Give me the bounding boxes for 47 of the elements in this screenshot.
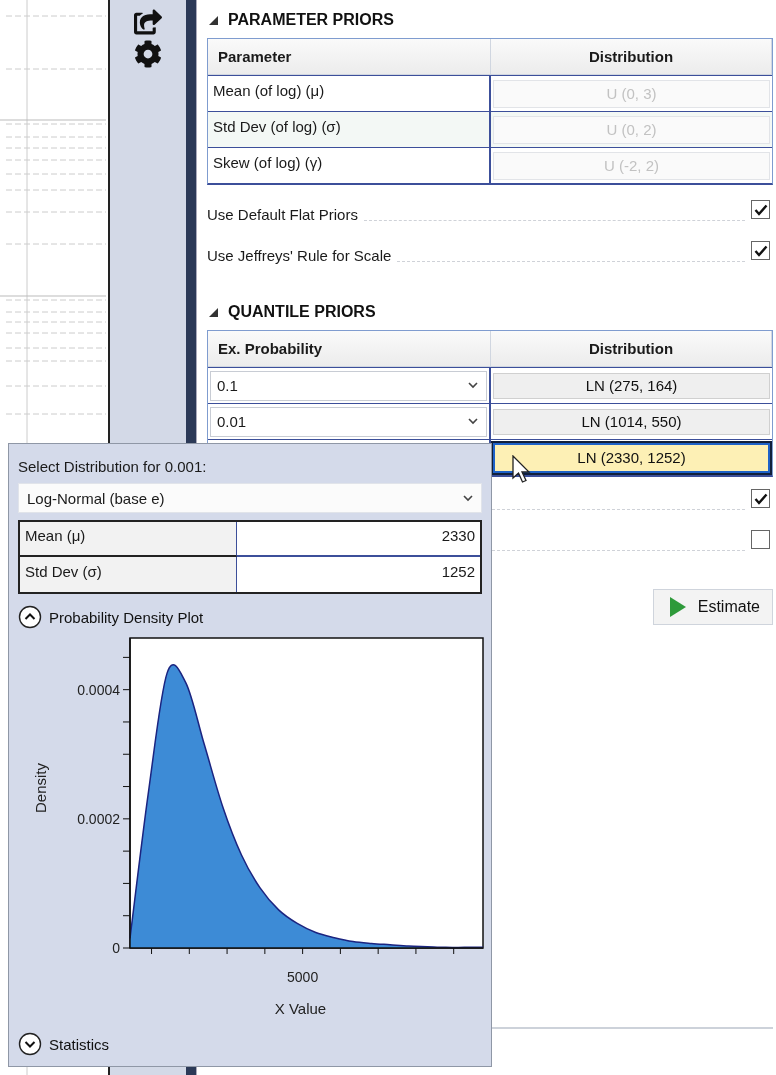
share-icon[interactable]: [134, 8, 162, 36]
collapse-triangle-icon[interactable]: [209, 307, 218, 317]
section-title: PARAMETER PRIORS: [228, 11, 394, 29]
distribution-dropdown[interactable]: Log-Normal (base e): [18, 483, 482, 513]
checkmark-icon: [753, 244, 768, 257]
caret-icon: [468, 382, 478, 389]
checkmark-icon: [753, 492, 768, 505]
column-header: Distribution: [491, 331, 772, 367]
checkmark-icon: [753, 203, 768, 216]
checkbox[interactable]: [751, 200, 770, 219]
parameter-value-field[interactable]: 1252: [237, 557, 480, 592]
estimate-button[interactable]: Estimate: [652, 589, 773, 625]
collapse-triangle-icon[interactable]: [209, 15, 218, 25]
x-tick-label: 5000: [287, 969, 319, 985]
y-axis-title: Density: [32, 763, 49, 813]
option-label: Use Default Flat Priors: [207, 206, 358, 225]
option-label: Use Jeffreys' Rule for Scale: [207, 247, 392, 266]
column-header: Parameter: [208, 39, 491, 75]
column-header: Distribution: [491, 39, 772, 75]
popup-title: Select Distribution for 0.001:: [18, 458, 208, 475]
checkbox[interactable]: [751, 489, 770, 508]
parameter-cell: Skew (of log) (γ): [208, 147, 491, 183]
parameter-name-cell: Std Dev (σ): [20, 557, 237, 592]
probability-dropdown[interactable]: 0.01: [210, 406, 487, 437]
column-header: Ex. Probability: [208, 331, 491, 367]
mouse-cursor-icon: [512, 455, 532, 485]
plot-expander[interactable]: Probability Density Plot: [18, 605, 204, 629]
parameter-value-field[interactable]: 2330: [237, 522, 480, 557]
distribution-button[interactable]: LN (275, 164): [493, 372, 770, 399]
y-tick-label: 0: [112, 940, 120, 956]
checkbox[interactable]: [751, 530, 770, 549]
distribution-button[interactable]: LN (1014, 550): [493, 408, 770, 435]
x-axis-title: X Value: [274, 1000, 327, 1017]
parameter-cell: Mean (of log) (μ): [208, 75, 491, 111]
y-tick-label: 0.0004: [77, 681, 120, 698]
play-icon: [669, 597, 686, 617]
caret-icon: [468, 418, 478, 425]
caret-icon: [463, 494, 473, 502]
parameter-name-cell: Mean (μ): [20, 522, 237, 557]
settings-icon[interactable]: [134, 40, 162, 68]
probability-dropdown[interactable]: 0.1: [210, 370, 487, 401]
statistics-expander[interactable]: Statistics: [18, 1032, 109, 1056]
parameter-cell: Std Dev (of log) (σ): [208, 111, 491, 147]
y-tick-label: 0.0002: [77, 810, 120, 827]
section-title: QUANTILE PRIORS: [228, 303, 376, 321]
distribution-button[interactable]: LN (2330, 1252): [493, 442, 770, 473]
checkbox[interactable]: [751, 241, 770, 260]
